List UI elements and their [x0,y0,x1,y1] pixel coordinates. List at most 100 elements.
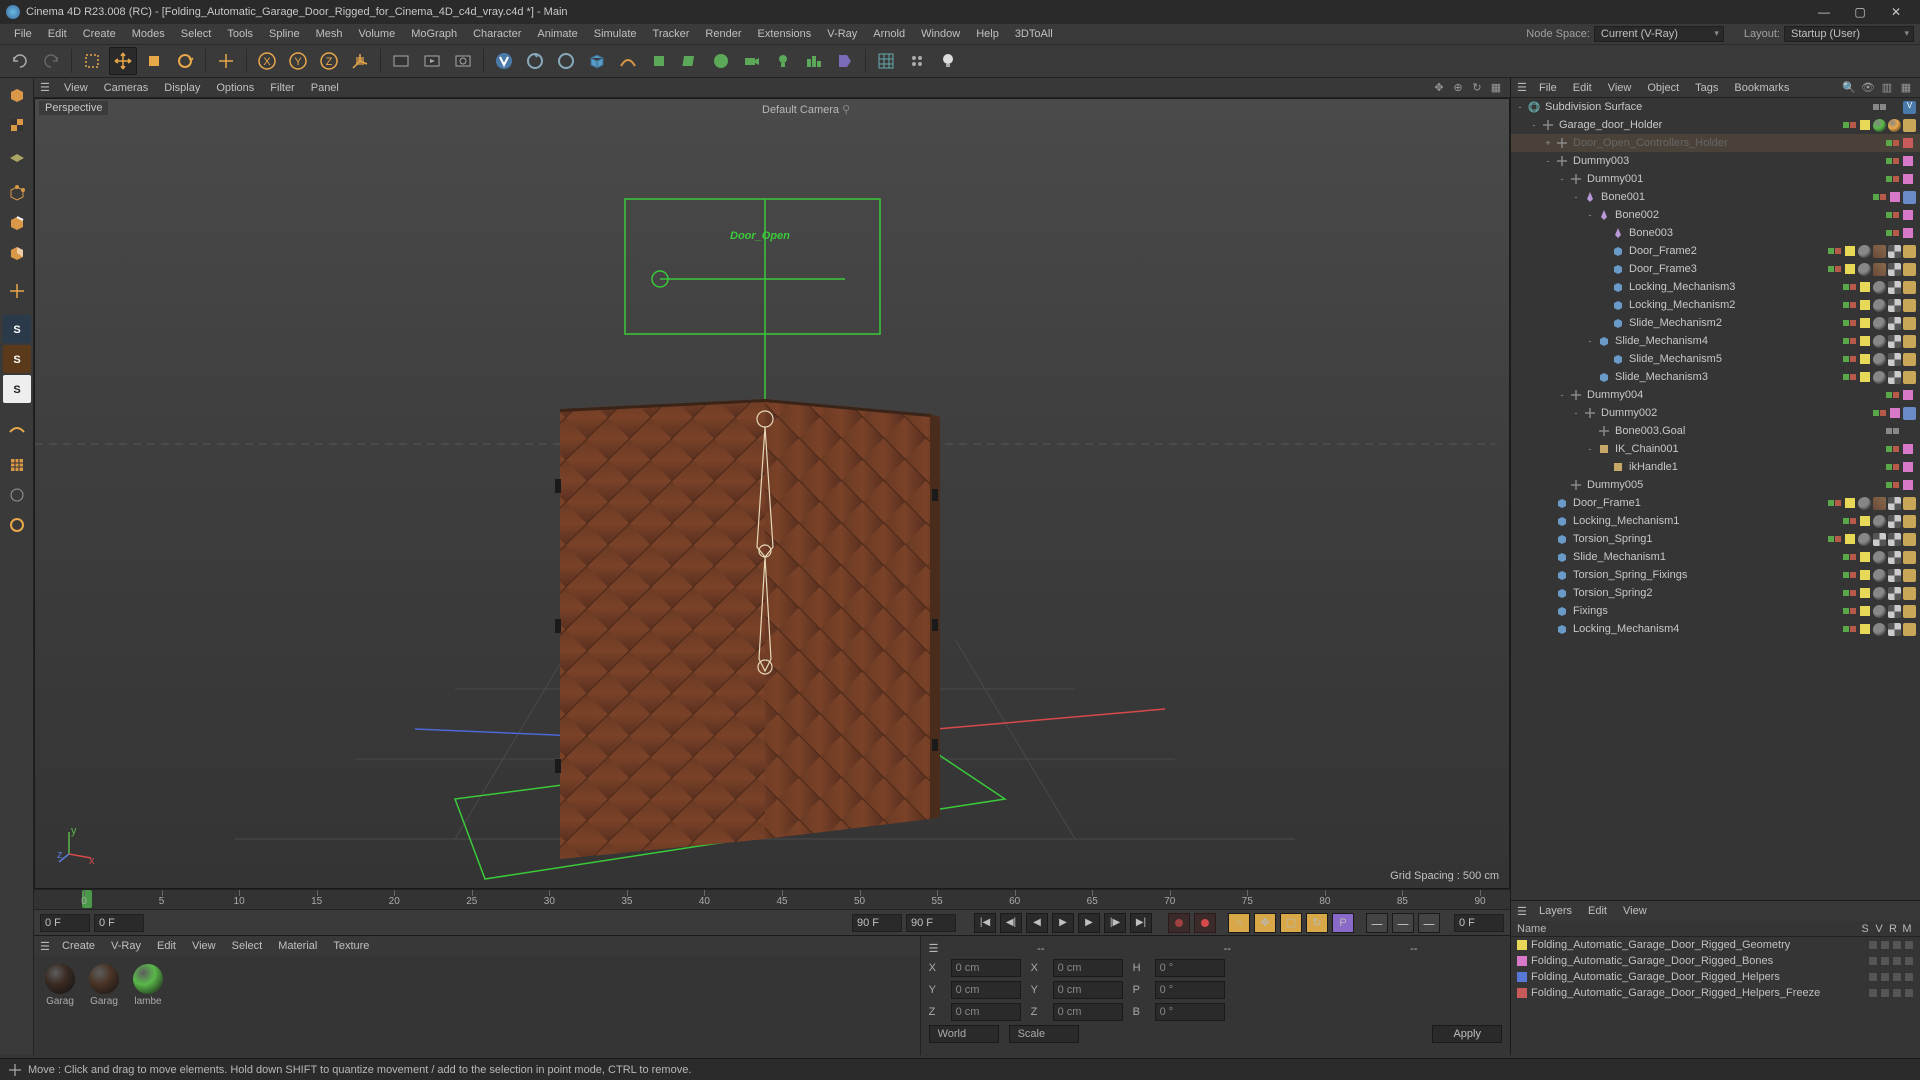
snap-button[interactable]: S [3,315,31,343]
om-row[interactable]: -Dummy001 [1511,170,1920,188]
matmenu-v-ray[interactable]: V-Ray [103,938,149,954]
coord-system[interactable] [346,47,374,75]
undo-button[interactable] [6,47,34,75]
layersmenu-view[interactable]: View [1615,903,1655,919]
bulb-icon[interactable] [934,47,962,75]
om-row[interactable]: -Bone002 [1511,206,1920,224]
menu-mograph[interactable]: MoGraph [403,26,465,42]
vpmenu-display[interactable]: Display [156,80,208,96]
coord-scale-select[interactable]: Scale [1009,1025,1079,1043]
om-layout-icon[interactable]: ▦ [1898,80,1914,96]
prev-key-button[interactable]: ◀| [1000,913,1022,933]
keymode-2[interactable]: ⎼ [1392,913,1414,933]
vpmenu-cameras[interactable]: Cameras [96,80,157,96]
viewport[interactable]: Perspective Default Camera ⚲ [34,98,1510,889]
om-row[interactable]: Dummy005 [1511,476,1920,494]
end-frame-field2[interactable]: 90 F [906,914,956,932]
z-axis-lock[interactable]: Z [315,47,343,75]
minimize-button[interactable]: — [1806,1,1842,23]
size-x[interactable]: 0 cm [1053,959,1123,977]
axis-mode[interactable] [3,277,31,305]
vpmenu-filter[interactable]: Filter [262,80,302,96]
om-row[interactable]: Fixings [1511,602,1920,620]
material-slot[interactable]: Garag [42,964,78,1007]
keymode-3[interactable]: ⎼ [1418,913,1440,933]
ommenu-view[interactable]: View [1600,80,1640,96]
om-row[interactable]: Slide_Mechanism2 [1511,314,1920,332]
render-pv[interactable] [418,47,446,75]
snap-toggle[interactable]: S [3,345,31,373]
om-row[interactable]: -Dummy002 [1511,404,1920,422]
menu-extensions[interactable]: Extensions [749,26,819,42]
goto-end-button[interactable]: ▶| [1130,913,1152,933]
keymode-1[interactable]: ⎼ [1366,913,1388,933]
om-row[interactable]: Locking_Mechanism2 [1511,296,1920,314]
cube-primitive[interactable] [583,47,611,75]
om-row[interactable]: Bone003 [1511,224,1920,242]
select-tool[interactable] [78,47,106,75]
om-row[interactable]: Door_Frame1 [1511,494,1920,512]
om-search-icon[interactable]: 🔍 [1841,80,1857,96]
current-frame-field[interactable]: 0 F [1454,914,1504,932]
om-row[interactable]: Door_Frame2 [1511,242,1920,260]
menu-3dtoall[interactable]: 3DToAll [1007,26,1061,42]
om-row[interactable]: Bone003.Goal [1511,422,1920,440]
om-row[interactable]: -Garage_door_Holder [1511,116,1920,134]
key-param[interactable]: ↻ [1306,913,1328,933]
size-y[interactable]: 0 cm [1053,981,1123,999]
light-button[interactable] [769,47,797,75]
menu-modes[interactable]: Modes [124,26,173,42]
menu-animate[interactable]: Animate [529,26,585,42]
rot-b[interactable]: 0 ° [1155,1003,1225,1021]
texture-mode[interactable] [3,111,31,139]
rot-p[interactable]: 0 ° [1155,981,1225,999]
start-frame-field[interactable]: 0 F [40,914,90,932]
environment[interactable] [707,47,735,75]
menu-character[interactable]: Character [465,26,529,42]
om-row[interactable]: Torsion_Spring_Fixings [1511,566,1920,584]
ommenu-file[interactable]: File [1531,80,1565,96]
vpmenu-panel[interactable]: Panel [303,80,347,96]
menu-create[interactable]: Create [75,26,124,42]
apply-button[interactable]: Apply [1432,1025,1502,1043]
maximize-button[interactable]: ▢ [1842,1,1878,23]
x-axis-lock[interactable]: X [253,47,281,75]
om-row[interactable]: -Bone001 [1511,188,1920,206]
prev-frame-button[interactable]: ◀ [1026,913,1048,933]
menu-v-ray[interactable]: V-Ray [819,26,865,42]
om-row[interactable]: -Dummy004 [1511,386,1920,404]
menu-arnold[interactable]: Arnold [865,26,913,42]
layer-row[interactable]: Folding_Automatic_Garage_Door_Rigged_Bon… [1511,953,1920,969]
mograph[interactable] [800,47,828,75]
key-pla[interactable]: P [1332,913,1354,933]
autokey-button[interactable] [1194,913,1216,933]
menu-file[interactable]: File [6,26,40,42]
om-filter-icon[interactable]: ▥ [1879,80,1895,96]
layout-dropdown[interactable]: Startup (User) [1784,26,1914,42]
om-row[interactable]: Locking_Mechanism4 [1511,620,1920,638]
vpmenu-view[interactable]: View [56,80,96,96]
workplane-mode[interactable] [3,141,31,169]
goto-start-button[interactable]: |◀ [974,913,996,933]
camera-button[interactable] [738,47,766,75]
matmenu-create[interactable]: Create [54,938,103,954]
rot-h[interactable]: 0 ° [1155,959,1225,977]
matmenu-view[interactable]: View [184,938,224,954]
record-button[interactable] [1168,913,1190,933]
vp-zoom-icon[interactable]: ⊕ [1450,80,1466,96]
menu-select[interactable]: Select [173,26,220,42]
size-z[interactable]: 0 cm [1053,1003,1123,1021]
menu-window[interactable]: Window [913,26,968,42]
om-row[interactable]: Torsion_Spring1 [1511,530,1920,548]
layersmenu-layers[interactable]: Layers [1531,903,1580,919]
hamburger-icon[interactable]: ☰ [1517,81,1531,94]
snap-options[interactable]: S [3,375,31,403]
om-row[interactable]: -IK_Chain001 [1511,440,1920,458]
om-row[interactable]: Slide_Mechanism5 [1511,350,1920,368]
menu-mesh[interactable]: Mesh [308,26,351,42]
material-slot[interactable]: lambe [130,964,166,1007]
key-pos[interactable]: ○ [1228,913,1250,933]
matmenu-material[interactable]: Material [270,938,325,954]
ommenu-bookmarks[interactable]: Bookmarks [1726,80,1797,96]
nodespace-dropdown[interactable]: Current (V-Ray) [1594,26,1724,42]
